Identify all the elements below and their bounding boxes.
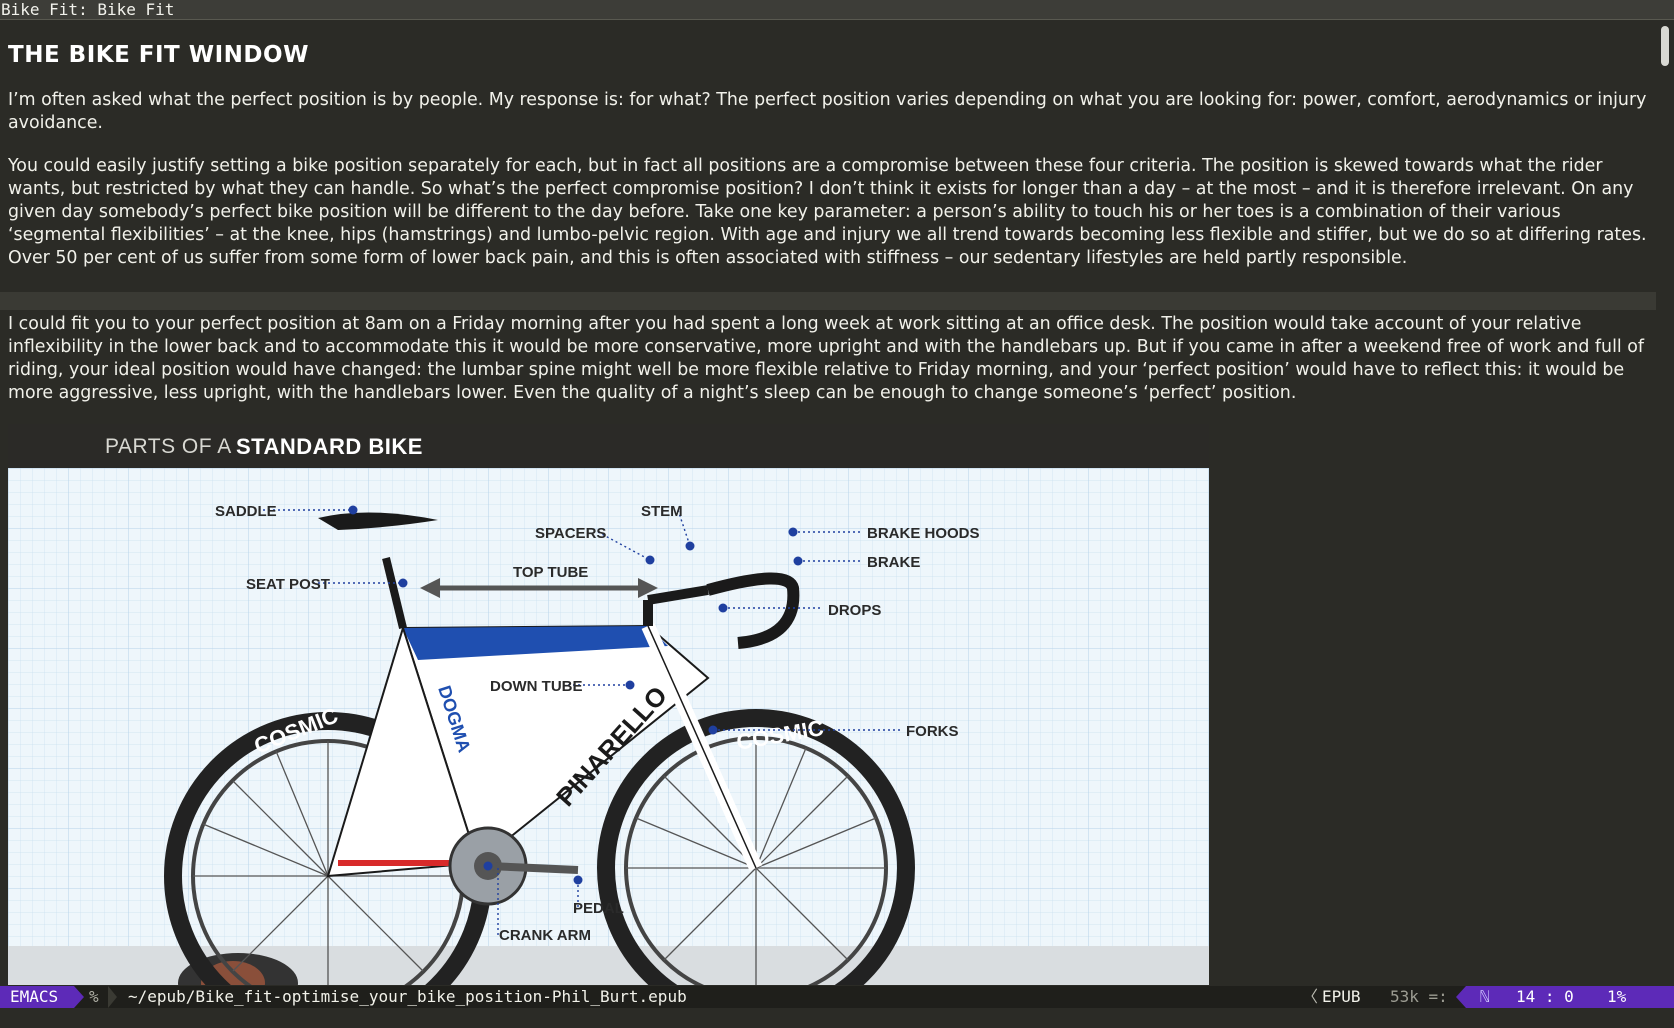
paragraph-3: I could fit you to your perfect position…	[8, 314, 1645, 403]
label-brake: BRAKE	[867, 554, 920, 571]
brake-marker	[793, 556, 803, 566]
buffer-size: 53k =:	[1390, 987, 1448, 1006]
label-spacers: SPACERS	[535, 525, 606, 542]
paragraph-2: You could easily justify setting a bike …	[8, 156, 1647, 268]
label-drops: DROPS	[828, 602, 881, 619]
major-mode[interactable]: EPUB	[1322, 986, 1361, 1008]
label-stem: STEM	[641, 503, 683, 520]
drops-marker	[718, 603, 728, 613]
figure-header: PARTS OF A STANDARD BIKE	[8, 424, 1209, 468]
figure-title-prefix: PARTS OF A	[105, 435, 232, 458]
evil-state-indicator: EMACS	[0, 986, 74, 1008]
label-top-tube: TOP TUBE	[513, 564, 588, 581]
spacers-marker	[645, 555, 655, 565]
stem-marker	[685, 541, 695, 551]
position-arrow-icon	[1456, 986, 1466, 1008]
mode-line: EMACS % ~/epub/Bike_fit-optimise_your_bi…	[0, 986, 1674, 1008]
mode-arrow-icon	[74, 986, 84, 1008]
label-crank-arm: CRANK ARM	[499, 927, 591, 944]
label-forks: FORKS	[906, 723, 959, 740]
vertical-scrollbar[interactable]	[1656, 20, 1674, 985]
echo-area[interactable]	[0, 1008, 1674, 1028]
figure-title: STANDARD BIKE	[236, 434, 423, 459]
brake-hoods-marker	[788, 527, 798, 537]
label-down-tube: DOWN TUBE	[490, 678, 583, 695]
seat-post-marker	[398, 578, 408, 588]
crank-arm-marker	[483, 861, 493, 871]
label-pedal: PEDAL	[573, 900, 624, 917]
position-segment: ℕ 14 : 0 1%	[1466, 986, 1674, 1008]
pedal-marker	[573, 875, 583, 885]
separator-arrow-icon	[108, 986, 117, 1008]
bike-parts-figure: PARTS OF A STANDARD BIKE COSMIC COSMIC P…	[8, 424, 1209, 985]
line-column: 14 : 0	[1516, 987, 1574, 1006]
label-brake-hoods: BRAKE HOODS	[867, 525, 980, 542]
saddle-marker	[348, 505, 358, 515]
label-seat-post: SEAT POST	[246, 576, 330, 593]
chevron-left-icon: 〈	[1302, 987, 1319, 1006]
buffer-percent: 1%	[1607, 987, 1627, 1006]
label-saddle: SADDLE	[215, 503, 277, 520]
forks-marker	[708, 725, 718, 735]
current-line-highlight	[0, 292, 1656, 310]
window-title: Bike Fit: Bike Fit	[0, 0, 1674, 20]
paragraph-1: I’m often asked what the perfect positio…	[8, 90, 1647, 133]
buffer-file-name[interactable]: ~/epub/Bike_fit-optimise_your_bike_posit…	[128, 986, 687, 1008]
epub-buffer[interactable]: THE BIKE FIT WINDOW I’m often asked what…	[0, 20, 1656, 985]
encoding-flag-icon: ℕ	[1480, 987, 1490, 1006]
scrollbar-thumb[interactable]	[1661, 26, 1669, 66]
buffer-modified-indicator: %	[89, 987, 99, 1006]
down-tube-marker	[625, 680, 635, 690]
chapter-heading: THE BIKE FIT WINDOW	[8, 42, 309, 68]
bike-diagram: COSMIC COSMIC PINARELLO DOGMA SADDLE SEA…	[8, 468, 1209, 985]
